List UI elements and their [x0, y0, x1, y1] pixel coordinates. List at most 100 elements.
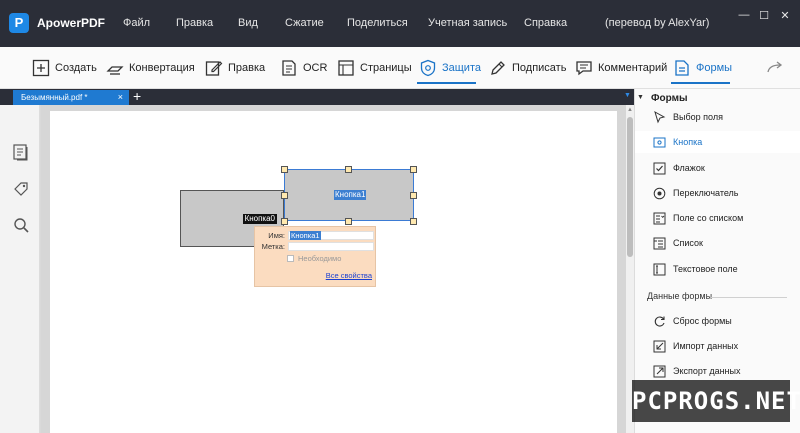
- menu-edit[interactable]: Правка: [176, 17, 213, 29]
- left-sidebar: [0, 105, 40, 433]
- thumbnails-icon[interactable]: [12, 143, 30, 161]
- form-button-0-label: Кнопка0: [242, 214, 277, 224]
- scroll-up-arrow-icon[interactable]: ▲: [626, 107, 634, 113]
- scrollbar-thumb[interactable]: [627, 117, 633, 257]
- document-tab[interactable]: Безымянный.pdf * ×: [13, 90, 129, 105]
- resize-handle-nw[interactable]: [281, 166, 288, 173]
- menu-view[interactable]: Вид: [238, 17, 258, 29]
- import-data-label: Импорт данных: [673, 341, 739, 351]
- forms-icon: [675, 60, 689, 76]
- close-icon[interactable]: ✕: [778, 9, 792, 22]
- tool-combobox[interactable]: Поле со списком: [635, 207, 800, 229]
- name-label: Имя:: [268, 231, 285, 240]
- tab-list-chevron-icon[interactable]: ▼: [624, 92, 631, 99]
- convert-label: Конвертация: [129, 62, 195, 74]
- app-logo-icon: P: [9, 13, 29, 33]
- form-button-1-selected[interactable]: Кнопка1: [284, 169, 414, 221]
- resize-handle-w[interactable]: [281, 192, 288, 199]
- maximize-icon[interactable]: ☐: [757, 9, 771, 22]
- name-field-value: Кнопка1: [290, 231, 321, 240]
- share-arrow-button[interactable]: [766, 47, 789, 89]
- import-data-button[interactable]: Импорт данных: [635, 335, 800, 357]
- menu-translator-credit: (перевод by AlexYar): [605, 17, 710, 29]
- create-label: Создать: [55, 62, 97, 74]
- section-divider: [711, 297, 787, 298]
- menu-help[interactable]: Справка: [524, 17, 567, 29]
- redo-arrow-icon: [767, 61, 783, 73]
- tab-close-icon[interactable]: ×: [118, 90, 123, 105]
- field-properties-popup: Имя: Кнопка1 Метка: Необходимо Все свойс…: [254, 226, 376, 287]
- document-viewport: Кнопка0 Кнопка1 Имя: Кнопка1 Метка: Необ…: [41, 105, 626, 433]
- textfield-icon: [653, 263, 666, 275]
- pages-icon: [338, 60, 354, 76]
- edit-button[interactable]: Правка: [205, 47, 265, 89]
- edit-label: Правка: [228, 62, 266, 74]
- name-field[interactable]: Кнопка1: [288, 231, 374, 240]
- sign-button[interactable]: Подписать: [489, 47, 566, 89]
- pages-button[interactable]: Страницы: [337, 47, 412, 89]
- comment-icon: [576, 61, 592, 76]
- tool-button-label: Кнопка: [673, 137, 703, 147]
- protect-underline: [417, 82, 476, 84]
- resize-handle-sw[interactable]: [281, 218, 288, 225]
- resize-handle-e[interactable]: [410, 192, 417, 199]
- ocr-icon: [282, 60, 296, 76]
- comment-button[interactable]: Комментарий: [575, 47, 667, 89]
- export-data-button[interactable]: Экспорт данных: [635, 360, 800, 382]
- tag-field[interactable]: [288, 242, 374, 251]
- import-icon: [653, 340, 666, 352]
- sign-label: Подписать: [512, 62, 567, 74]
- resize-handle-n[interactable]: [345, 166, 352, 173]
- tool-button[interactable]: Кнопка: [635, 131, 800, 153]
- pages-label: Страницы: [360, 62, 412, 74]
- convert-icon: [106, 66, 124, 75]
- checkbox-icon: [653, 162, 666, 174]
- shield-icon: [420, 59, 436, 77]
- export-data-label: Экспорт данных: [673, 366, 741, 376]
- tool-select-field[interactable]: Выбор поля: [635, 106, 800, 128]
- export-icon: [653, 365, 666, 377]
- collapse-caret-icon[interactable]: ▼: [637, 94, 644, 101]
- all-properties-link[interactable]: Все свойства: [326, 271, 372, 280]
- tool-listbox[interactable]: Список: [635, 232, 800, 254]
- convert-button[interactable]: Конвертация: [106, 47, 195, 89]
- title-bar: P ApowerPDF Файл Правка Вид Сжатие Подел…: [0, 0, 800, 47]
- reset-icon: [654, 316, 665, 327]
- app-name: ApowerPDF: [37, 16, 106, 30]
- forms-underline: [671, 82, 730, 84]
- required-checkbox[interactable]: [287, 255, 294, 262]
- search-icon[interactable]: [12, 216, 30, 234]
- resize-handle-ne[interactable]: [410, 166, 417, 173]
- resize-handle-s[interactable]: [345, 218, 352, 225]
- reset-form-label: Сброс формы: [673, 316, 732, 326]
- menu-compress[interactable]: Сжатие: [285, 17, 324, 29]
- plus-square-icon: [32, 59, 50, 77]
- protect-label: Защита: [442, 62, 481, 74]
- document-tab-strip: Безымянный.pdf * × + ▼: [0, 88, 634, 105]
- minimize-icon[interactable]: —: [737, 9, 751, 21]
- menu-share[interactable]: Поделиться: [347, 17, 408, 29]
- new-tab-plus-icon[interactable]: +: [133, 88, 141, 104]
- tool-textfield[interactable]: Текстовое поле: [635, 258, 800, 280]
- tool-checkbox[interactable]: Флажок: [635, 157, 800, 179]
- tool-radio[interactable]: Переключатель: [635, 182, 800, 204]
- pdf-page[interactable]: Кнопка0 Кнопка1 Имя: Кнопка1 Метка: Необ…: [50, 111, 617, 433]
- menu-account[interactable]: Учетная запись: [428, 17, 507, 29]
- radio-icon: [653, 187, 666, 199]
- ocr-button[interactable]: OCR: [280, 47, 327, 89]
- tag-label: Метка:: [261, 242, 285, 251]
- main-toolbar: Создать Конвертация Правка OCR Страницы …: [0, 47, 800, 89]
- cursor-icon: [654, 110, 666, 123]
- resize-handle-se[interactable]: [410, 218, 417, 225]
- tool-textfield-label: Текстовое поле: [673, 264, 738, 274]
- tool-listbox-label: Список: [673, 238, 703, 248]
- create-button[interactable]: Создать: [32, 47, 97, 89]
- listbox-icon: [653, 237, 666, 249]
- reset-form-button[interactable]: Сброс формы: [635, 310, 800, 332]
- form-button-1-label: Кнопка1: [334, 190, 367, 200]
- form-data-section-title: Данные формы: [647, 291, 713, 301]
- required-label: Необходимо: [298, 254, 342, 263]
- bookmark-tag-icon[interactable]: [12, 180, 30, 198]
- forms-panel-title: Формы: [651, 93, 688, 104]
- menu-file[interactable]: Файл: [123, 17, 150, 29]
